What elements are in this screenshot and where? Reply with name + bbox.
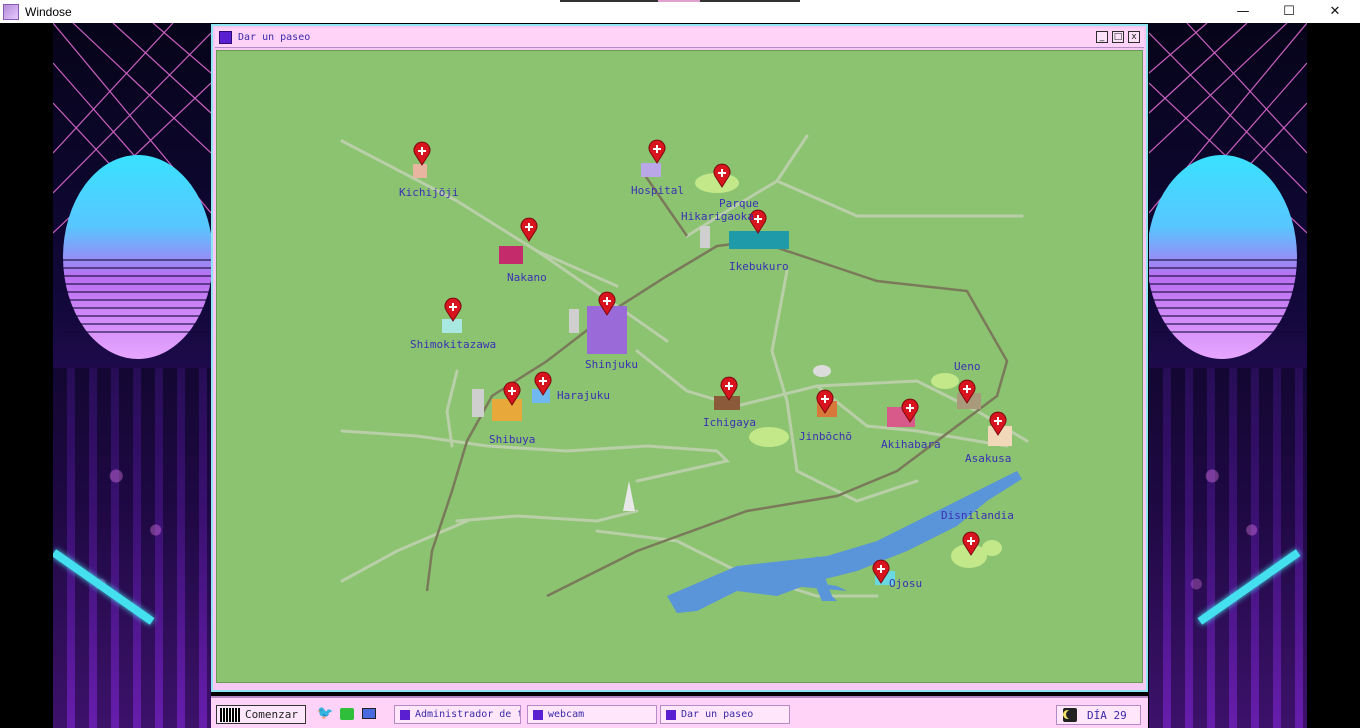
task-icon [533, 709, 543, 720]
task-label: Administrador de tar... [415, 709, 520, 720]
moon-icon [1063, 708, 1077, 722]
location-pin-icon[interactable] [648, 139, 666, 164]
window-resize-handle[interactable] [215, 686, 255, 701]
os-title-bar: Windose — ☐ ✕ [0, 0, 1360, 23]
window-title: Dar un paseo [238, 32, 311, 43]
walk-window: Dar un paseo _ □ x Kichijōji Hospital Pa… [211, 24, 1148, 701]
title-progress-strip [560, 0, 800, 2]
os-window-title: Windose [25, 4, 72, 19]
location-label-ojosu[interactable]: Ojosu [889, 577, 922, 590]
location-label-hospital[interactable]: Hospital [631, 184, 684, 197]
tokyo-map: Kichijōji Hospital Parque Hikarigaoka Na… [216, 50, 1143, 683]
task-label: webcam [548, 709, 585, 720]
monitor-icon[interactable] [361, 706, 377, 722]
location-label-parque[interactable]: Parque [719, 197, 759, 210]
location-label-harajuku[interactable]: Harajuku [557, 389, 610, 402]
location-label-shinjuku[interactable]: Shinjuku [585, 358, 638, 371]
desktop-wallpaper-left [53, 23, 211, 728]
location-label-shimokitazawa[interactable]: Shimokitazawa [410, 338, 496, 351]
maximize-button[interactable]: ☐ [1266, 0, 1312, 23]
chat-icon[interactable] [339, 706, 355, 722]
day-counter[interactable]: DÍA 29 [1056, 705, 1141, 725]
task-dar-un-paseo[interactable]: Dar un paseo [660, 705, 790, 724]
location-label-ueno[interactable]: Ueno [954, 360, 981, 373]
minimize-button[interactable]: — [1220, 0, 1266, 23]
location-pin-icon[interactable] [520, 217, 538, 242]
location-label-disnilandia[interactable]: Disnilandia [941, 509, 1014, 522]
location-label-nakano[interactable]: Nakano [507, 271, 547, 284]
taskbar: Comenzar 🐦 Administrador de tar... webca… [211, 696, 1148, 728]
start-logo-icon [220, 707, 240, 722]
task-icon [400, 709, 410, 720]
location-label-akihabara[interactable]: Akihabara [881, 438, 941, 451]
task-task-manager[interactable]: Administrador de tar... [394, 705, 521, 724]
close-button[interactable]: ✕ [1312, 0, 1358, 23]
twitter-icon[interactable]: 🐦 [317, 706, 333, 722]
window-maximize-button[interactable]: □ [1112, 31, 1124, 43]
location-label-ikebukuro[interactable]: Ikebukuro [729, 260, 789, 273]
window-minimize-button[interactable]: _ [1096, 31, 1108, 43]
start-label: Comenzar [245, 708, 298, 721]
day-label: DÍA 29 [1087, 708, 1127, 722]
window-icon [219, 31, 232, 44]
start-button[interactable]: Comenzar [216, 705, 306, 724]
location-label-kichijoji[interactable]: Kichijōji [399, 186, 459, 199]
location-label-ichigaya[interactable]: Ichigaya [703, 416, 756, 429]
location-label-hikarigaoka[interactable]: Hikarigaoka [681, 210, 754, 223]
task-label: Dar un paseo [681, 709, 754, 720]
app-icon [3, 3, 19, 20]
location-label-jinbocho[interactable]: Jinbōchō [799, 430, 852, 443]
window-close-button[interactable]: x [1128, 31, 1140, 43]
task-webcam[interactable]: webcam [527, 705, 657, 724]
desktop-wallpaper-right [1149, 23, 1307, 728]
window-title-bar[interactable]: Dar un paseo _ □ x [215, 28, 1144, 48]
location-label-asakusa[interactable]: Asakusa [965, 452, 1011, 465]
location-pin-icon[interactable] [444, 297, 462, 322]
location-label-shibuya[interactable]: Shibuya [489, 433, 535, 446]
task-icon [666, 709, 676, 720]
location-pin-icon[interactable] [413, 141, 431, 166]
